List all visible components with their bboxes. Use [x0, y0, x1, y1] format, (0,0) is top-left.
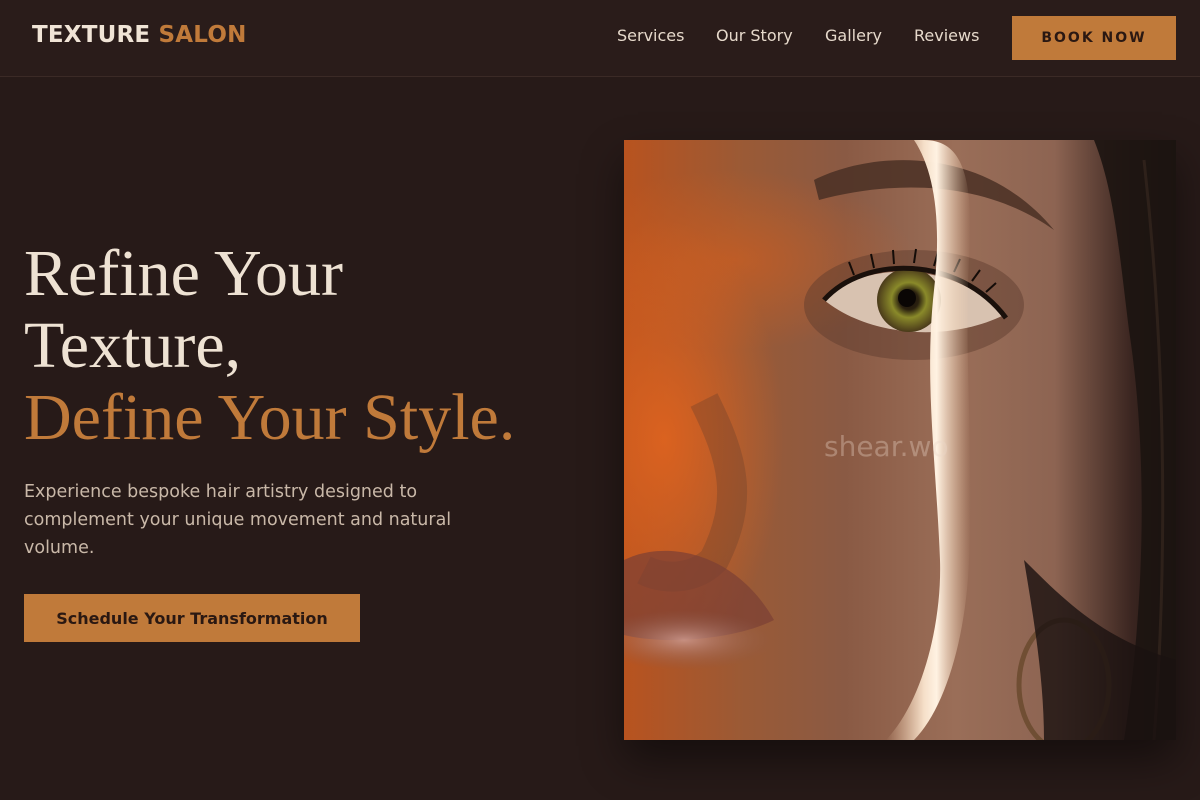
hero-title-line-1: Refine Your	[24, 237, 344, 310]
hero-title: Refine Your Texture, Define Your Style.	[24, 238, 604, 454]
nav-link-gallery[interactable]: Gallery	[825, 26, 882, 45]
landing-page: TEXTURE SALON Services Our Story Gallery…	[0, 0, 1200, 800]
book-now-button[interactable]: BOOK NOW	[1012, 16, 1176, 60]
schedule-transformation-button[interactable]: Schedule Your Transformation	[24, 594, 360, 642]
top-navigation: TEXTURE SALON Services Our Story Gallery…	[0, 0, 1200, 77]
nav-link-reviews[interactable]: Reviews	[914, 26, 979, 45]
hero-title-accent: Define Your Style.	[24, 381, 516, 454]
image-watermark: shear.wo	[824, 430, 949, 463]
nav-link-our-story[interactable]: Our Story	[716, 26, 793, 45]
hero-subtitle: Experience bespoke hair artistry designe…	[24, 482, 452, 558]
nav-link-services[interactable]: Services	[617, 26, 684, 45]
hero-title-line-2: Texture,	[24, 309, 242, 382]
hero-portrait-image: shear.wo	[624, 140, 1176, 740]
